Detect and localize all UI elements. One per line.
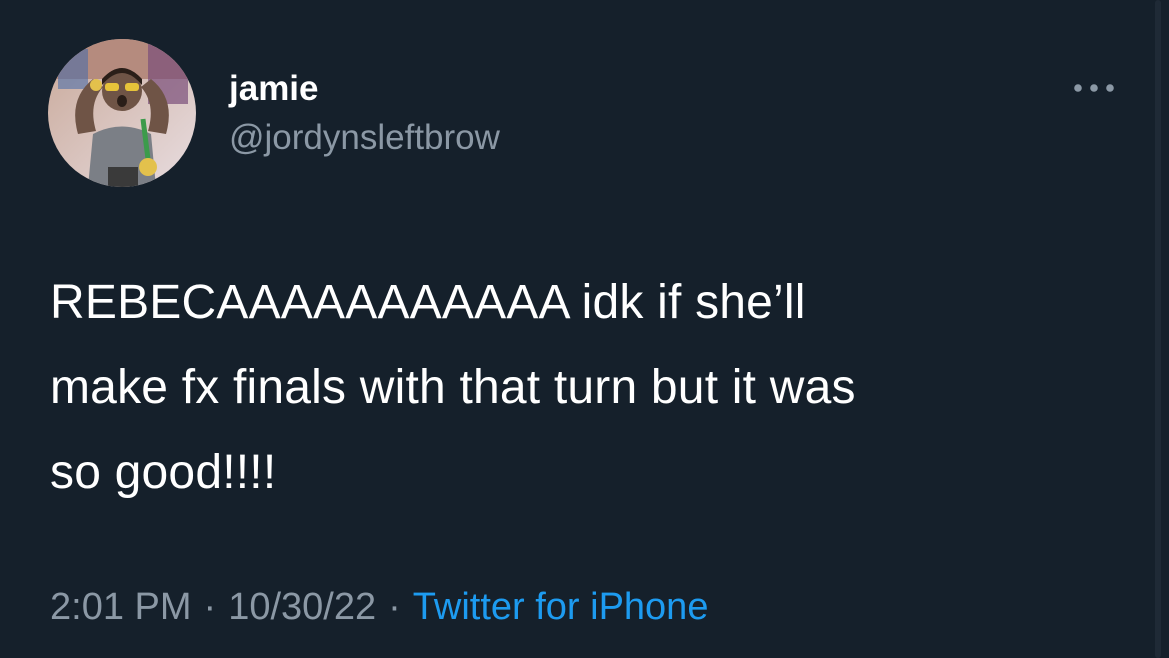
separator: · — [388, 586, 401, 628]
scrollbar[interactable] — [1155, 0, 1161, 658]
display-name[interactable]: jamie — [229, 68, 500, 110]
tweet-date[interactable]: 10/30/22 — [228, 586, 376, 628]
username-handle[interactable]: @jordynsleftbrow — [229, 117, 500, 159]
tweet-card: jamie @jordynsleftbrow REBECAAAAAAAAAAA … — [0, 0, 1169, 658]
more-horizontal-icon — [1074, 84, 1114, 92]
separator: · — [203, 586, 217, 628]
author-info: jamie @jordynsleftbrow — [229, 68, 500, 159]
tweet-metadata: 2:01 PM · 10/30/22 · Twitter for iPhone — [50, 584, 708, 630]
profile-photo — [48, 39, 196, 187]
tweet-text: REBECAAAAAAAAAAA idk if she’ll make fx f… — [50, 276, 856, 499]
tweet-time[interactable]: 2:01 PM — [50, 586, 192, 628]
avatar[interactable] — [48, 39, 196, 187]
tweet-source-link[interactable]: Twitter for iPhone — [413, 586, 709, 628]
more-options-button[interactable] — [1066, 72, 1122, 104]
